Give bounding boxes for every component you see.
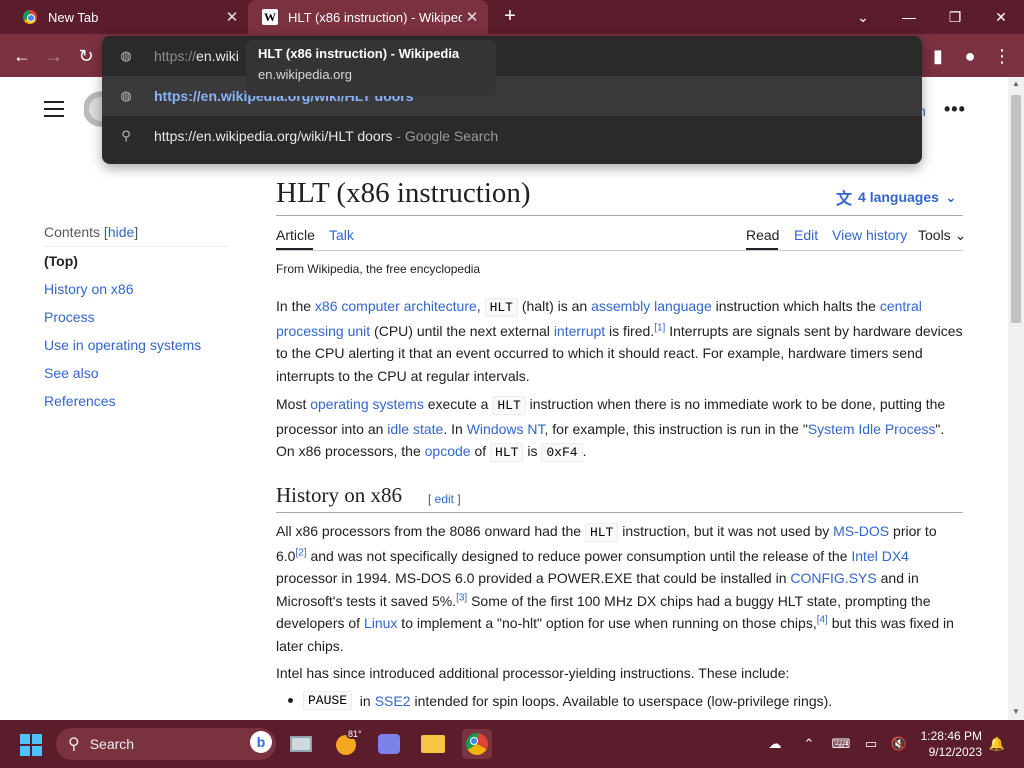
file-explorer-icon[interactable] <box>418 729 448 759</box>
paragraph: Most operating systems execute a HLT ins… <box>276 396 946 462</box>
wikipedia-icon: W <box>262 9 278 25</box>
menu-icon[interactable]: ⋮ <box>988 42 1016 70</box>
search-icon: ⚲ <box>68 736 80 753</box>
omnibox-input-row[interactable]: ◍ https://en.wiki <box>102 36 922 76</box>
tab-new-tab[interactable]: New Tab ✕ <box>8 0 248 34</box>
system-clock[interactable]: 1:28:46 PM 9/12/2023 <box>914 728 982 760</box>
chrome-taskbar-icon[interactable] <box>462 729 492 759</box>
toc-item-references[interactable]: References <box>44 393 116 409</box>
taskbar-search[interactable]: ⚲ Search <box>56 728 276 760</box>
intro-paragraph: In the x86 computer architecture, HLT (h… <box>276 298 963 384</box>
search-icon: ⚲ <box>121 128 131 143</box>
wikipedia-page: n ••• Contents [hide] (Top) History on x… <box>0 77 1008 720</box>
profile-icon[interactable]: ● <box>956 42 984 70</box>
weather-widget[interactable]: 81° <box>334 729 364 759</box>
toc-hide-link[interactable]: hide <box>108 224 134 240</box>
tab-view-history[interactable]: View history <box>832 227 907 243</box>
windows-start-icon[interactable] <box>20 734 42 756</box>
tab-search-icon[interactable]: ⌄ <box>840 0 886 34</box>
page-scrollbar[interactable]: ▲ ▼ <box>1008 77 1024 720</box>
tab-article[interactable]: Article <box>276 227 315 243</box>
suggestion-url[interactable]: ◍ https://en.wikipedia.org/wiki/HLT door… <box>102 76 922 116</box>
new-tab-button[interactable]: + <box>498 5 522 29</box>
translate-icon: 文 <box>836 191 853 208</box>
tab-hover-tooltip: HLT (x86 instruction) - Wikipedia en.wik… <box>246 40 496 96</box>
tab-edit[interactable]: Edit <box>794 227 818 243</box>
scroll-up-icon[interactable]: ▲ <box>1012 79 1020 88</box>
toc-item-use-in-os[interactable]: Use in operating systems <box>44 337 201 353</box>
task-view-icon[interactable] <box>286 729 316 759</box>
divider <box>276 512 963 513</box>
divider <box>276 215 963 216</box>
chrome-icon <box>22 9 38 25</box>
bing-icon[interactable]: b <box>250 731 272 753</box>
chevron-down-icon: ⌄ <box>944 188 957 205</box>
keyboard-icon[interactable]: ⌨ <box>832 735 851 753</box>
paragraph: All x86 processors from the 8086 onward … <box>276 523 954 654</box>
tab-wikipedia[interactable]: W HLT (x86 instruction) - Wikipedia ✕ <box>248 0 488 34</box>
section-heading: History on x86 <box>276 483 402 507</box>
address-input[interactable]: https://en.wiki <box>154 48 239 64</box>
scroll-thumb[interactable] <box>1011 95 1021 323</box>
tooltip-title: HLT (x86 instruction) - Wikipedia <box>258 46 460 61</box>
tab-title: HLT (x86 instruction) - Wikipedia <box>288 9 462 25</box>
toc-title: Contents [hide] <box>44 224 139 240</box>
more-options-icon[interactable]: ••• <box>944 99 966 120</box>
network-icon[interactable]: ▭ <box>862 735 880 753</box>
list-item: PAUSE in SSE2 intended for spin loops. A… <box>288 691 832 710</box>
forward-icon[interactable]: → <box>40 42 68 70</box>
globe-icon: ◍ <box>120 88 132 103</box>
taskbar: ⚲ Search b 81° ☁ ⌃ ⌨ ▭ 🔇 1:28:46 PM 9/12… <box>0 720 1024 768</box>
tagline: From Wikipedia, the free encyclopedia <box>276 262 481 276</box>
divider <box>276 250 963 251</box>
tab-read[interactable]: Read <box>746 227 779 243</box>
toc-item-top[interactable]: (Top) <box>44 253 78 269</box>
minimize-button[interactable]: — <box>886 0 932 34</box>
reload-icon[interactable]: ↻ <box>72 42 100 70</box>
toc-item-process[interactable]: Process <box>44 309 95 325</box>
restore-button[interactable]: ❐ <box>932 0 978 34</box>
toc-item-see-also[interactable]: See also <box>44 365 98 381</box>
suggestion-search[interactable]: ⚲ https://en.wikipedia.org/wiki/HLT door… <box>102 116 922 156</box>
toc-item-history[interactable]: History on x86 <box>44 281 133 297</box>
notification-icon[interactable]: 🔔 <box>988 735 1006 753</box>
onedrive-icon[interactable]: ☁ <box>766 735 784 753</box>
scroll-down-icon[interactable]: ▼ <box>1012 707 1020 716</box>
divider <box>44 246 228 247</box>
side-panel-icon[interactable]: ▮ <box>924 42 952 70</box>
tab-title: New Tab <box>48 9 99 25</box>
main-menu-icon[interactable] <box>44 101 64 117</box>
tab-talk[interactable]: Talk <box>329 227 354 243</box>
window-close-button[interactable]: ✕ <box>978 0 1024 34</box>
omnibox-dropdown: ◍ https://en.wiki ◍ https://en.wikipedia… <box>102 36 922 164</box>
back-icon[interactable]: ← <box>8 42 36 70</box>
close-icon[interactable]: ✕ <box>222 7 242 27</box>
paragraph: Intel has since introduced additional pr… <box>276 665 790 681</box>
chevron-up-icon[interactable]: ⌃ <box>800 735 818 753</box>
page-title: HLT (x86 instruction) <box>276 177 531 209</box>
title-bar: New Tab ✕ W HLT (x86 instruction) - Wiki… <box>0 0 1024 34</box>
language-button[interactable]: 文 4 languages ⌄ <box>836 185 957 209</box>
section-edit-link[interactable]: [ edit ] <box>428 492 461 506</box>
volume-icon[interactable]: 🔇 <box>890 735 908 753</box>
globe-icon: ◍ <box>120 48 132 63</box>
close-icon[interactable]: ✕ <box>462 7 482 27</box>
tools-menu[interactable]: Tools ⌄ <box>918 227 966 244</box>
teams-icon[interactable] <box>374 729 404 759</box>
tooltip-host: en.wikipedia.org <box>258 67 352 82</box>
